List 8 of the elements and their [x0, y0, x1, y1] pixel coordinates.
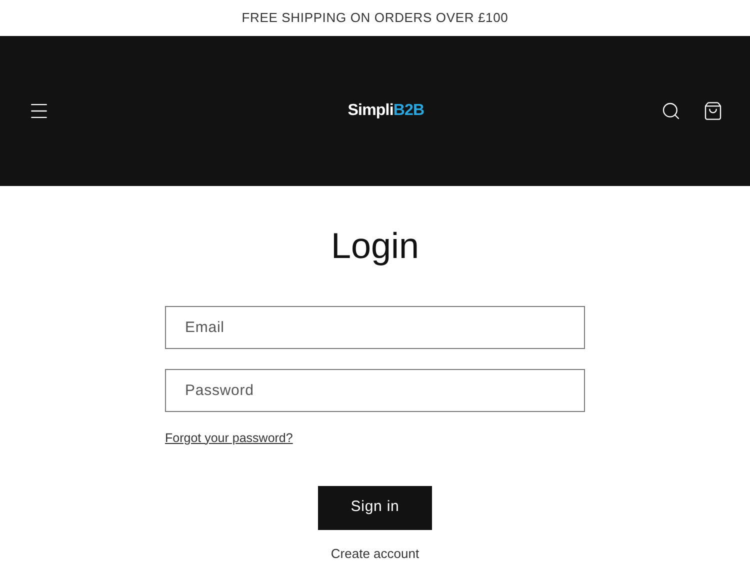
- input-field[interactable]: Email: [165, 306, 585, 348]
- announcement-text: FREE SHIPPING ON ORDERS OVER £100: [242, 9, 508, 28]
- logo[interactable]: SimpliB2B: [348, 98, 424, 123]
- input-field[interactable]: Password: [165, 368, 585, 412]
- create-account-link[interactable]: Create account: [330, 544, 420, 563]
- forgot-password-link[interactable]: Forgot your password?: [165, 430, 293, 444]
- page-title: Login: [330, 224, 420, 268]
- sign-in-button[interactable]: Sign in: [318, 486, 432, 530]
